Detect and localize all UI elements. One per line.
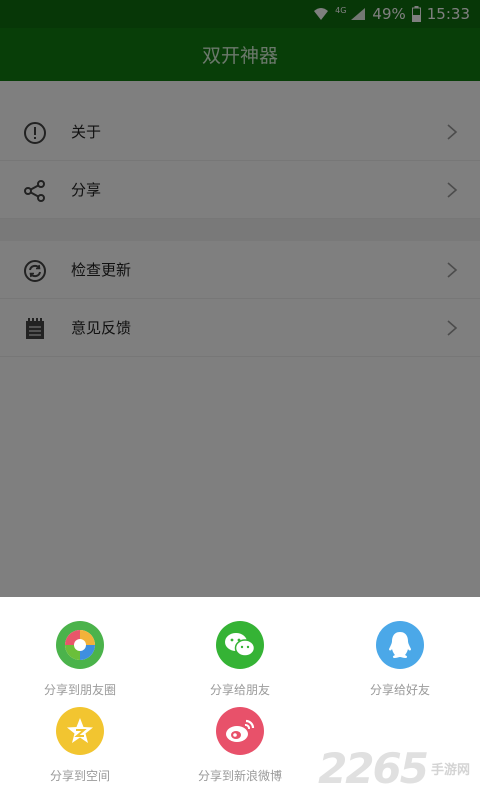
share-qzone-button[interactable]: 分享到空间	[10, 707, 150, 784]
watermark-number: 2265	[318, 744, 429, 793]
share-wechat-friend-button[interactable]: 分享给朋友	[170, 621, 310, 698]
share-weibo-button[interactable]: 分享到新浪微博	[170, 707, 310, 784]
share-label: 分享给好友	[369, 683, 430, 697]
qzone-icon	[56, 707, 104, 755]
share-sheet: 分享到朋友圈 分享给朋友 分享给好友 分享到空间 分享到新浪微博 2265 手游…	[0, 597, 480, 800]
share-label: 分享给朋友	[209, 683, 270, 697]
share-label: 分享到空间	[49, 769, 110, 783]
dim-overlay[interactable]	[0, 0, 480, 597]
wechat-moments-icon	[56, 621, 104, 669]
share-moments-button[interactable]: 分享到朋友圈	[10, 621, 150, 698]
watermark-logo: 2265 手游网	[318, 748, 470, 790]
qq-icon	[376, 621, 424, 669]
share-label: 分享到新浪微博	[197, 769, 282, 783]
weibo-icon	[216, 707, 264, 755]
watermark-text: 手游网	[430, 763, 470, 778]
share-qq-friend-button[interactable]: 分享给好友	[330, 621, 470, 698]
share-label: 分享到朋友圈	[43, 683, 116, 697]
wechat-icon	[216, 621, 264, 669]
